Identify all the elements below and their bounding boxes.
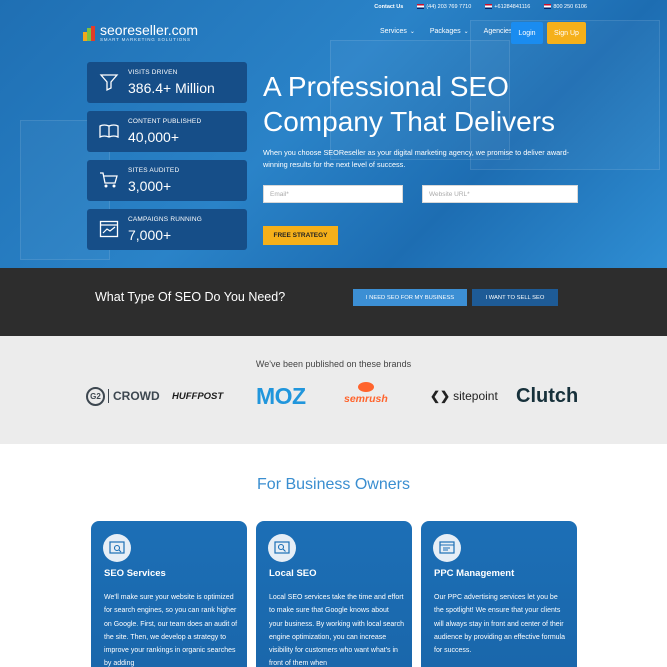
- phone-uk[interactable]: (44) 203 769 7710: [417, 4, 471, 10]
- stat-label: CAMPAIGNS RUNNING: [128, 216, 203, 223]
- sitepoint-logo: ❮❯ sitepoint: [430, 389, 498, 403]
- stat-visits-driven: VISITS DRIVEN 386.4+ Million: [87, 62, 247, 103]
- email-input[interactable]: Email*: [263, 185, 403, 203]
- seo-type-question: What Type Of SEO Do You Need?: [95, 290, 286, 304]
- card-title: Local SEO: [269, 568, 317, 579]
- card-body: Our PPC advertising services let you be …: [434, 594, 566, 655]
- sell-seo-button[interactable]: I WANT TO SELL SEO: [472, 289, 558, 306]
- site-logo[interactable]: seoreseller.com SMART MARKETING SOLUTION…: [83, 22, 199, 42]
- logo-tagline: SMART MARKETING SOLUTIONS: [100, 37, 191, 42]
- chart-window-icon: [99, 220, 119, 238]
- free-strategy-button[interactable]: FREE STRATEGY: [263, 226, 338, 245]
- stat-value: 40,000+: [128, 129, 179, 145]
- semrush-logo: semrush: [344, 382, 388, 410]
- sitepoint-chevron-icon: ❮❯: [430, 389, 451, 403]
- nav-services[interactable]: Services ⌄: [380, 28, 415, 35]
- g2-crowd-logo: G2 CROWD: [86, 382, 160, 410]
- website-url-input[interactable]: Website URL*: [422, 185, 578, 203]
- chevron-down-icon: ⌄: [409, 29, 415, 35]
- stat-label: SITES AUDITED: [128, 167, 180, 174]
- business-owners-title: For Business Owners: [257, 476, 410, 493]
- phone-us[interactable]: 800 250 6106: [544, 4, 587, 10]
- hero-title: A Professional SEO Company That Delivers: [263, 71, 556, 137]
- stat-value: 3,000+: [128, 178, 172, 194]
- stat-content-published: CONTENT PUBLISHED 40,000+: [87, 111, 247, 152]
- card-title: SEO Services: [104, 568, 166, 579]
- huffpost-logo: HUFFPOST: [172, 390, 224, 402]
- logo-bars-icon: [83, 25, 96, 41]
- uk-flag-icon: [417, 4, 425, 9]
- au-flag-icon: [485, 4, 493, 9]
- card-seo-services[interactable]: SEO Services We'll make sure your websit…: [91, 521, 247, 667]
- phone-au[interactable]: +61284841116: [485, 4, 530, 10]
- stat-campaigns-running: CAMPAIGNS RUNNING 7,000+: [87, 209, 247, 250]
- card-title: PPC Management: [434, 568, 515, 579]
- contact-us-link[interactable]: Contact Us: [374, 4, 403, 10]
- chevron-down-icon: ⌄: [463, 29, 469, 35]
- seo-magnifier-icon: [103, 534, 131, 562]
- book-icon: [99, 124, 119, 139]
- stat-label: VISITS DRIVEN: [128, 69, 178, 76]
- logo-name: seoreseller.com: [100, 22, 199, 38]
- hero-description: When you choose SEOReseller as your digi…: [263, 148, 570, 169]
- main-nav: Services⌄ Packages⌄ Agencies⌄: [380, 28, 520, 35]
- card-local-seo[interactable]: Local SEO Local SEO services take the ti…: [256, 521, 412, 667]
- stat-value: 7,000+: [128, 227, 172, 243]
- signup-button[interactable]: Sign Up: [547, 22, 586, 44]
- funnel-icon: [99, 74, 119, 92]
- ppc-window-icon: [433, 534, 461, 562]
- stat-label: CONTENT PUBLISHED: [128, 118, 202, 125]
- card-body: Local SEO services take the time and eff…: [269, 594, 405, 667]
- nav-packages[interactable]: Packages ⌄: [430, 28, 469, 35]
- card-body: We'll make sure your website is optimize…: [104, 594, 238, 667]
- moz-logo: MOZ: [256, 382, 306, 409]
- stat-value: 386.4+ Million: [128, 80, 215, 96]
- clutch-logo: Clutch: [516, 384, 579, 407]
- card-ppc-management[interactable]: PPC Management Our PPC advertising servi…: [421, 521, 577, 667]
- top-contact-bar: Contact Us (44) 203 769 7710 +6128484111…: [374, 4, 587, 10]
- hero-section: Contact Us (44) 203 769 7710 +6128484111…: [0, 0, 667, 268]
- login-button[interactable]: Login: [511, 22, 543, 44]
- brands-heading: We've been published on these brands: [255, 359, 412, 369]
- semrush-flame-icon: [357, 382, 374, 392]
- seo-for-business-button[interactable]: I NEED SEO FOR MY BUSINESS: [353, 289, 467, 306]
- us-flag-icon: [544, 4, 552, 9]
- local-search-icon: [268, 534, 296, 562]
- stat-sites-audited: SITES AUDITED 3,000+: [87, 160, 247, 201]
- cart-icon: [100, 172, 118, 188]
